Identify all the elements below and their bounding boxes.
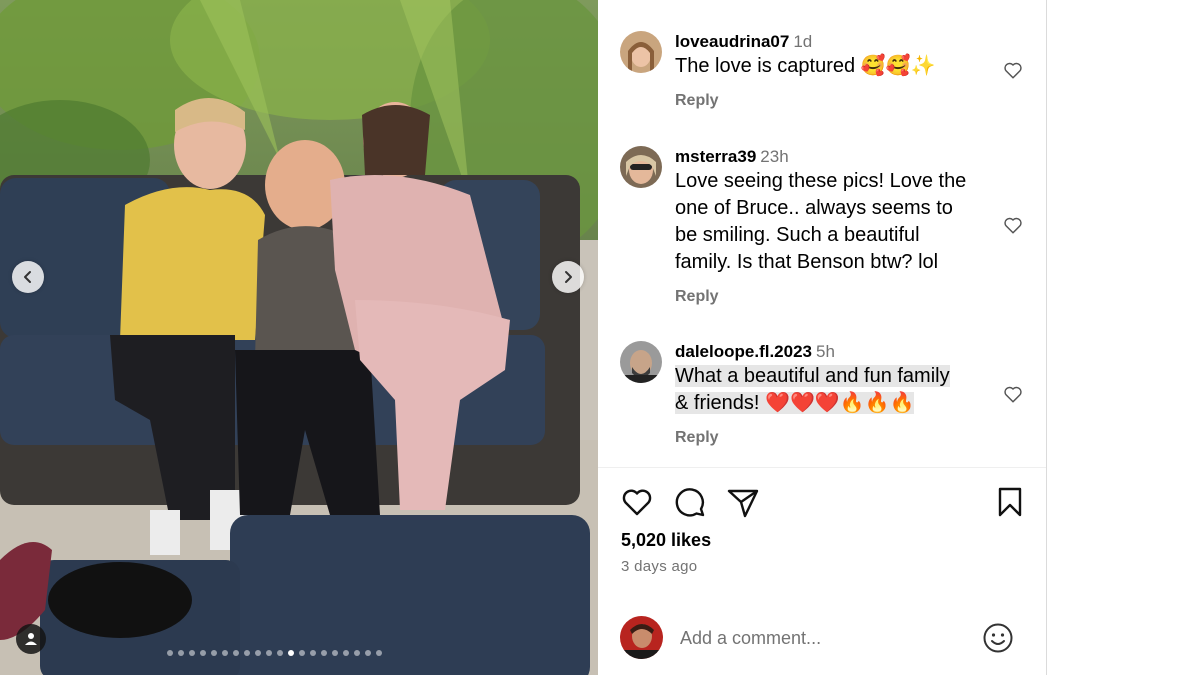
carousel-dot (321, 650, 327, 656)
chevron-right-icon (565, 271, 572, 283)
comment-text: The love is captured 🥰🥰✨ (675, 55, 936, 77)
carousel-dot (189, 650, 195, 656)
avatar (620, 616, 663, 659)
comment-time[interactable]: 5h (816, 342, 835, 361)
carousel-dot (332, 650, 338, 656)
bookmark-icon[interactable] (992, 484, 1028, 520)
comment-text-line: Love seeing these pics! Love the (675, 170, 967, 192)
comment-icon[interactable] (672, 484, 708, 520)
add-comment-input[interactable] (680, 625, 960, 651)
comment-text-line: & friends! ❤️❤️❤️🔥🔥🔥 (675, 392, 915, 414)
carousel-dot (310, 650, 316, 656)
carousel-dot (266, 650, 272, 656)
comment-body: msterra39 23h Love seeing these pics! Lov… (675, 146, 995, 306)
avatar-image (620, 31, 662, 73)
comment-text: Love seeing these pics! Love the one of … (675, 168, 995, 276)
carousel-dot (167, 650, 173, 656)
carousel-prev-button[interactable] (12, 261, 44, 293)
like-comment-heart-icon[interactable] (1002, 383, 1024, 405)
comment-body: daleloope.fl.2023 5h What a beautiful and… (675, 341, 995, 447)
instagram-post-view: loveaudrina07 1d The love is captured 🥰🥰✨… (0, 0, 1200, 675)
emoji-icon[interactable] (982, 622, 1014, 654)
carousel-dot (354, 650, 360, 656)
carousel-dot (255, 650, 261, 656)
comment-time[interactable]: 1d (793, 32, 812, 51)
carousel-dot (211, 650, 217, 656)
tagged-users-button[interactable] (16, 624, 46, 654)
pane-divider (1046, 0, 1047, 675)
comment-text: What a beautiful and fun family & friend… (675, 363, 995, 417)
carousel-next-button[interactable] (552, 261, 584, 293)
comment-text-line: be smiling. Such a beautiful (675, 224, 920, 246)
avatar-image (620, 146, 662, 188)
post-timestamp[interactable]: 3 days ago (621, 558, 697, 575)
comment-text-line: family. Is that Benson btw? lol (675, 251, 939, 273)
carousel-dot (365, 650, 371, 656)
like-comment-heart-icon[interactable] (1002, 59, 1024, 81)
carousel-dot (178, 650, 184, 656)
comment-username[interactable]: daleloope.fl.2023 (675, 342, 812, 361)
carousel-dot (343, 650, 349, 656)
comment-text-line: one of Bruce.. always seems to (675, 197, 953, 219)
carousel-dot (376, 650, 382, 656)
comment-body: loveaudrina07 1d The love is captured 🥰🥰✨… (675, 31, 995, 110)
user-icon (25, 633, 37, 645)
carousel-dot (244, 650, 250, 656)
likes-count[interactable]: 5,020 likes (621, 530, 711, 551)
comment-text-line: What a beautiful and fun family (675, 365, 950, 387)
add-comment-bar (598, 605, 1046, 671)
carousel-dot-active (288, 650, 294, 656)
carousel-dot (233, 650, 239, 656)
carousel-indicator (167, 650, 382, 656)
avatar-image (620, 341, 662, 383)
carousel-dot (200, 650, 206, 656)
comments-list: loveaudrina07 1d The love is captured 🥰🥰✨… (598, 0, 1046, 468)
post-actions-bar (598, 484, 1046, 522)
carousel-dot (277, 650, 283, 656)
send-icon[interactable] (725, 484, 761, 520)
avatar[interactable] (620, 31, 662, 73)
comment-username[interactable]: loveaudrina07 (675, 32, 789, 51)
carousel-dot (299, 650, 305, 656)
avatar[interactable] (620, 146, 662, 188)
avatar[interactable] (620, 341, 662, 383)
photo-scene (0, 0, 598, 675)
reply-button[interactable]: Reply (675, 92, 995, 110)
section-divider (598, 467, 1046, 468)
comment-time[interactable]: 23h (760, 147, 788, 166)
reply-button[interactable]: Reply (675, 429, 995, 447)
chevron-left-icon (24, 271, 31, 283)
like-comment-heart-icon[interactable] (1002, 214, 1024, 236)
reply-button[interactable]: Reply (675, 288, 995, 306)
comment-username[interactable]: msterra39 (675, 147, 756, 166)
avatar-image (620, 616, 663, 659)
post-photo[interactable] (0, 0, 598, 675)
heart-icon[interactable] (619, 484, 655, 520)
carousel-dot (222, 650, 228, 656)
